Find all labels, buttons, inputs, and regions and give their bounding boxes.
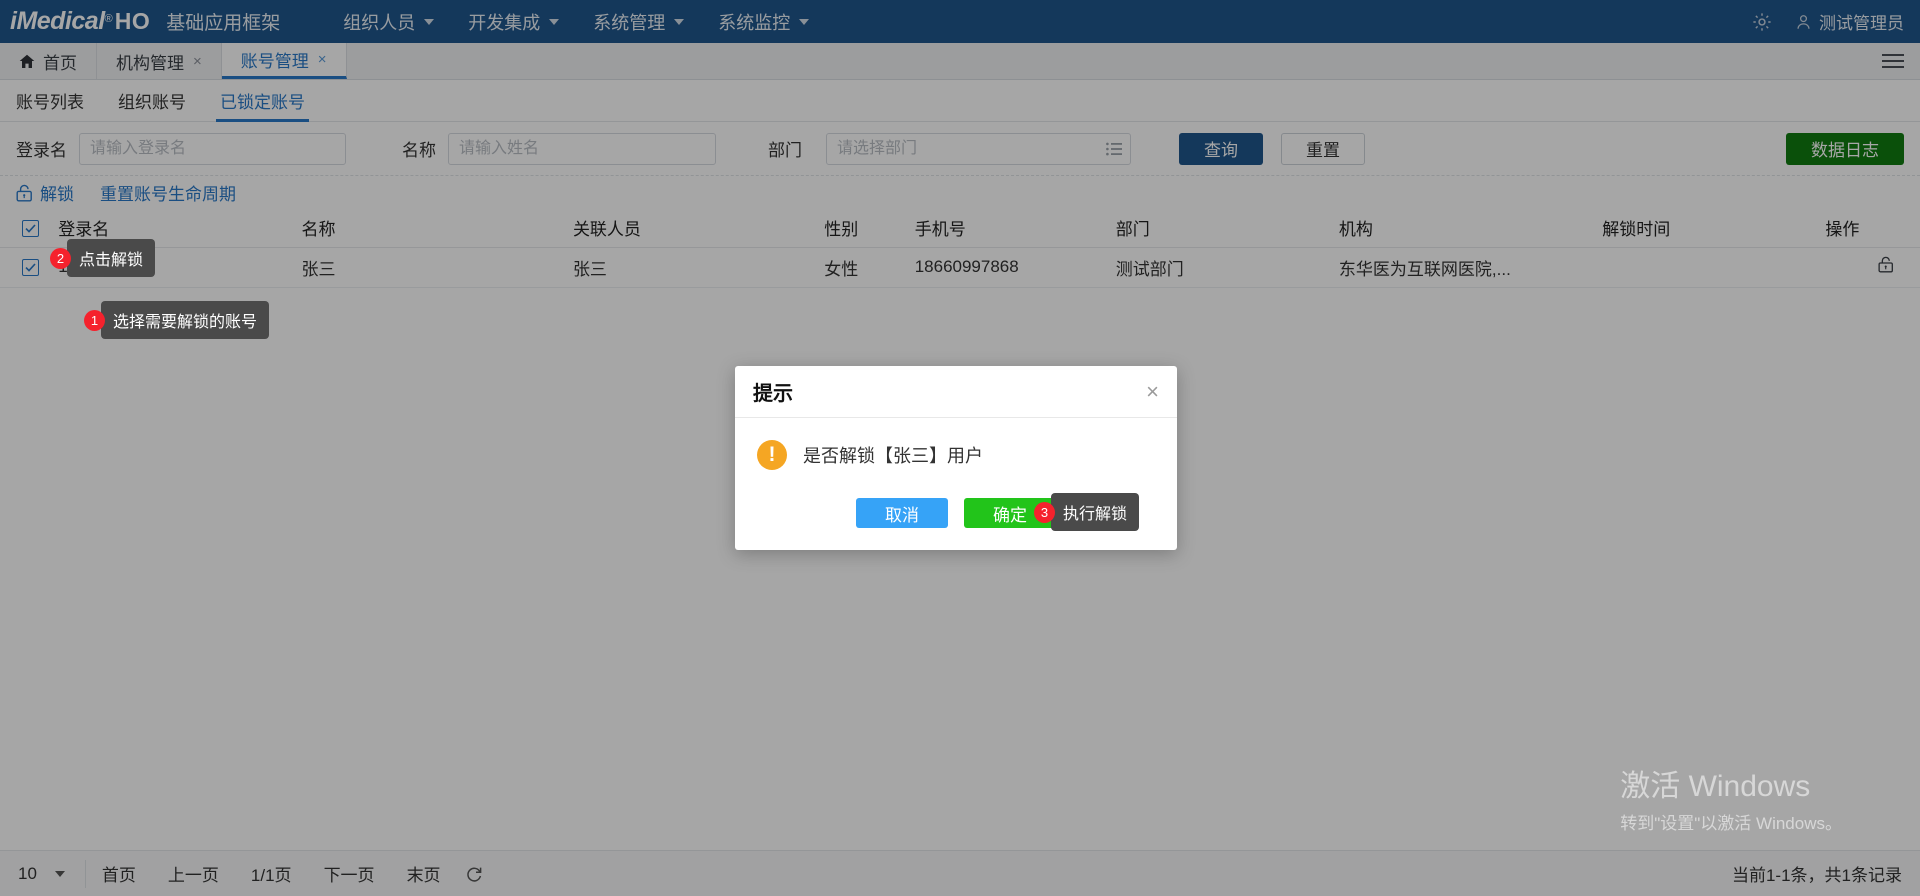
coachmark-badge: 3 — [1034, 502, 1055, 523]
dialog-title: 提示 — [753, 377, 793, 406]
dialog-body: ! 是否解锁【张三】用户 — [735, 418, 1177, 476]
close-icon[interactable]: × — [1146, 381, 1159, 403]
coachmark-click-unlock: 2 点击解锁 — [50, 239, 155, 277]
coachmark-execute-unlock: 3 执行解锁 — [1034, 493, 1139, 531]
coachmark-badge: 1 — [84, 310, 105, 331]
coachmark-text: 点击解锁 — [67, 239, 155, 277]
coachmark-text: 选择需要解锁的账号 — [101, 301, 269, 339]
coachmark-badge: 2 — [50, 248, 71, 269]
dialog-message: 是否解锁【张三】用户 — [803, 442, 983, 468]
dialog-header: 提示 × — [735, 366, 1177, 418]
cancel-button[interactable]: 取消 — [856, 498, 948, 528]
coachmark-select-account: 1 选择需要解锁的账号 — [84, 301, 269, 339]
coachmark-text: 执行解锁 — [1051, 493, 1139, 531]
warning-icon: ! — [757, 440, 787, 470]
